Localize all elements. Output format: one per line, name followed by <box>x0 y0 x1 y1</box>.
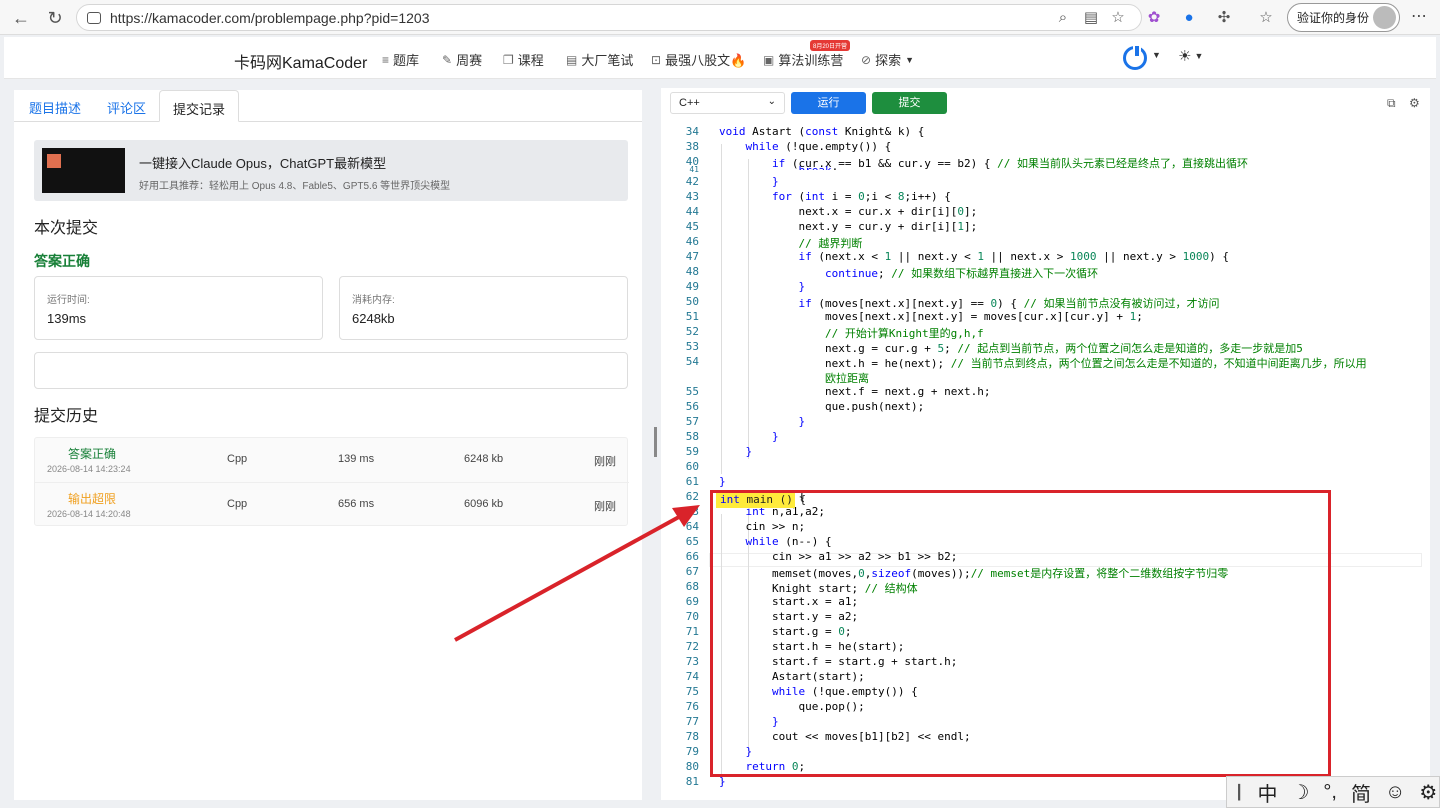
history-heading: 提交历史 <box>34 408 99 425</box>
tab-bar: 题目描述 评论区 提交记录 <box>14 90 642 122</box>
extension-blue-icon[interactable]: ● <box>1178 6 1200 28</box>
reader-icon[interactable]: ▤ <box>1080 6 1102 28</box>
runtime-card: 运行时间: 139ms <box>34 276 323 340</box>
runtime-label: 运行时间: <box>47 295 90 306</box>
menu-training[interactable]: ▣ 算法训练营 <box>763 50 843 69</box>
lock-icon <box>87 11 101 24</box>
ime-toolbar: ┃ 中 ☽ °, 简 ☺ ⚙ <box>1226 776 1440 808</box>
row-status: 输出超限 <box>68 492 117 506</box>
copy-icon: ❐ <box>503 52 514 67</box>
chevron-down-icon: ⌄ <box>767 96 776 107</box>
language-select[interactable]: C++ ⌄ <box>670 92 785 114</box>
menu-exams[interactable]: ▤ 大厂笔试 <box>566 50 633 69</box>
tab-comments[interactable]: 评论区 <box>94 90 159 122</box>
history-table: 答案正确 2026-08-14 14:23:24 Cpp 139 ms 6248… <box>34 437 629 526</box>
favorites-icon[interactable]: ☆ <box>1255 6 1277 28</box>
browser-toolbar: ← ↻ https://kamacoder.com/problempage.ph… <box>0 0 1440 35</box>
memory-card: 消耗内存: 6248kb <box>339 276 628 340</box>
list-icon: ≡ <box>382 52 390 67</box>
row-status: 答案正确 <box>68 447 117 461</box>
format-icon[interactable]: ⧉ <box>1387 96 1396 111</box>
row-memory: 6096 kb <box>464 498 504 510</box>
theme-sun-icon[interactable]: ☀ ▼ <box>1178 47 1203 65</box>
compass-icon: ⊘ <box>861 52 872 67</box>
caret-down-icon: ▼ <box>905 54 914 65</box>
star-icon[interactable]: ☆ <box>1107 6 1129 28</box>
ime-punct[interactable]: °, <box>1323 781 1337 804</box>
ime-moon-icon[interactable]: ☽ <box>1291 780 1309 805</box>
ad-subtitle: 好用工具推荐：轻松用上 Opus 4.8、Fable5、GPT5.6 等世界顶尖… <box>139 181 451 192</box>
tab-description[interactable]: 题目描述 <box>16 90 94 122</box>
back-icon[interactable]: ← <box>8 5 34 31</box>
refresh-icon[interactable]: ↻ <box>42 5 68 31</box>
annotation-box <box>710 490 1331 777</box>
ad-banner[interactable]: 一键接入Claude Opus，ChatGPT最新模型 好用工具推荐：轻松用上 … <box>34 140 628 201</box>
row-time: 2026-08-14 14:23:24 <box>47 464 131 474</box>
more-icon[interactable]: ⋯ <box>1411 6 1427 26</box>
verify-identity-button[interactable]: 验证你的身份 <box>1287 3 1400 32</box>
verify-label: 验证你的身份 <box>1297 11 1370 25</box>
row-runtime: 139 ms <box>338 453 375 465</box>
search-icon[interactable]: ⌕ <box>1052 6 1074 28</box>
panel-resize-handle[interactable] <box>654 427 657 457</box>
memory-label: 消耗内存: <box>352 295 395 306</box>
ime-settings-icon[interactable]: ⚙ <box>1419 780 1437 805</box>
ime-simplified[interactable]: 简 <box>1351 778 1371 807</box>
empty-output-box <box>34 352 628 389</box>
caret-down-icon[interactable]: ▼ <box>1152 50 1161 60</box>
ime-emoji-icon[interactable]: ☺ <box>1385 781 1405 804</box>
menu-weekly[interactable]: ✎ 周赛 <box>442 50 482 69</box>
url-text: https://kamacoder.com/problempage.php?pi… <box>110 9 430 26</box>
menu-problems[interactable]: ≡ 题库 <box>382 50 419 69</box>
tab-submissions[interactable]: 提交记录 <box>159 90 240 122</box>
site-header: 卡码网KamaCoder ≡ 题库 ✎ 周赛 ❐ 课程 ▤ 大厂笔试 ⊡ 最强八股文🔥 ▣… <box>4 37 1436 79</box>
avatar <box>1373 6 1396 29</box>
menu-courses[interactable]: ❐ 课程 <box>503 50 544 69</box>
ad-thumbnail <box>42 148 125 193</box>
this-submission-heading: 本次提交 <box>34 220 99 237</box>
settings-icon[interactable]: ⚙ <box>1409 96 1420 110</box>
new-badge: 8月20日开营 <box>810 40 851 51</box>
row-lang: Cpp <box>227 498 248 510</box>
puzzle-icon[interactable]: ✣ <box>1213 6 1235 28</box>
menu-baguwen[interactable]: ⊡ 最强八股文🔥 <box>651 50 746 69</box>
submit-button[interactable]: 提交 <box>872 92 947 114</box>
table-row[interactable]: 输出超限 2026-08-14 14:20:48 Cpp 656 ms 6096… <box>35 482 629 526</box>
memory-value: 6248kb <box>352 311 395 326</box>
site-brand[interactable]: 卡码网KamaCoder <box>234 49 367 73</box>
calendar-icon: ▣ <box>763 52 775 67</box>
result-status: 答案正确 <box>34 253 90 269</box>
left-panel: 题目描述 评论区 提交记录 一键接入Claude Opus，ChatGPT最新模… <box>14 90 642 800</box>
code-icon: ⊡ <box>651 52 662 67</box>
ad-title: 一键接入Claude Opus，ChatGPT最新模型 <box>139 156 387 171</box>
runtime-value: 139ms <box>47 311 87 326</box>
power-icon[interactable] <box>1123 44 1147 70</box>
row-memory: 6248 kb <box>464 453 504 465</box>
run-button[interactable]: 运行 <box>791 92 866 114</box>
row-when: 刚刚 <box>594 456 616 468</box>
pencil-icon: ✎ <box>442 52 453 67</box>
ime-handle[interactable]: ┃ <box>1235 784 1243 801</box>
extension-brain-icon[interactable]: ✿ <box>1143 6 1165 28</box>
row-lang: Cpp <box>227 453 248 465</box>
row-time: 2026-08-14 14:20:48 <box>47 509 131 519</box>
doc-icon: ▤ <box>566 52 578 67</box>
address-bar[interactable]: https://kamacoder.com/problempage.php?pi… <box>76 4 1142 31</box>
table-row[interactable]: 答案正确 2026-08-14 14:23:24 Cpp 139 ms 6248… <box>35 438 629 482</box>
row-runtime: 656 ms <box>338 498 375 510</box>
menu-explore[interactable]: ⊘ 探索 ▼ <box>861 50 914 69</box>
row-when: 刚刚 <box>594 501 616 513</box>
ime-chinese[interactable]: 中 <box>1257 778 1277 807</box>
